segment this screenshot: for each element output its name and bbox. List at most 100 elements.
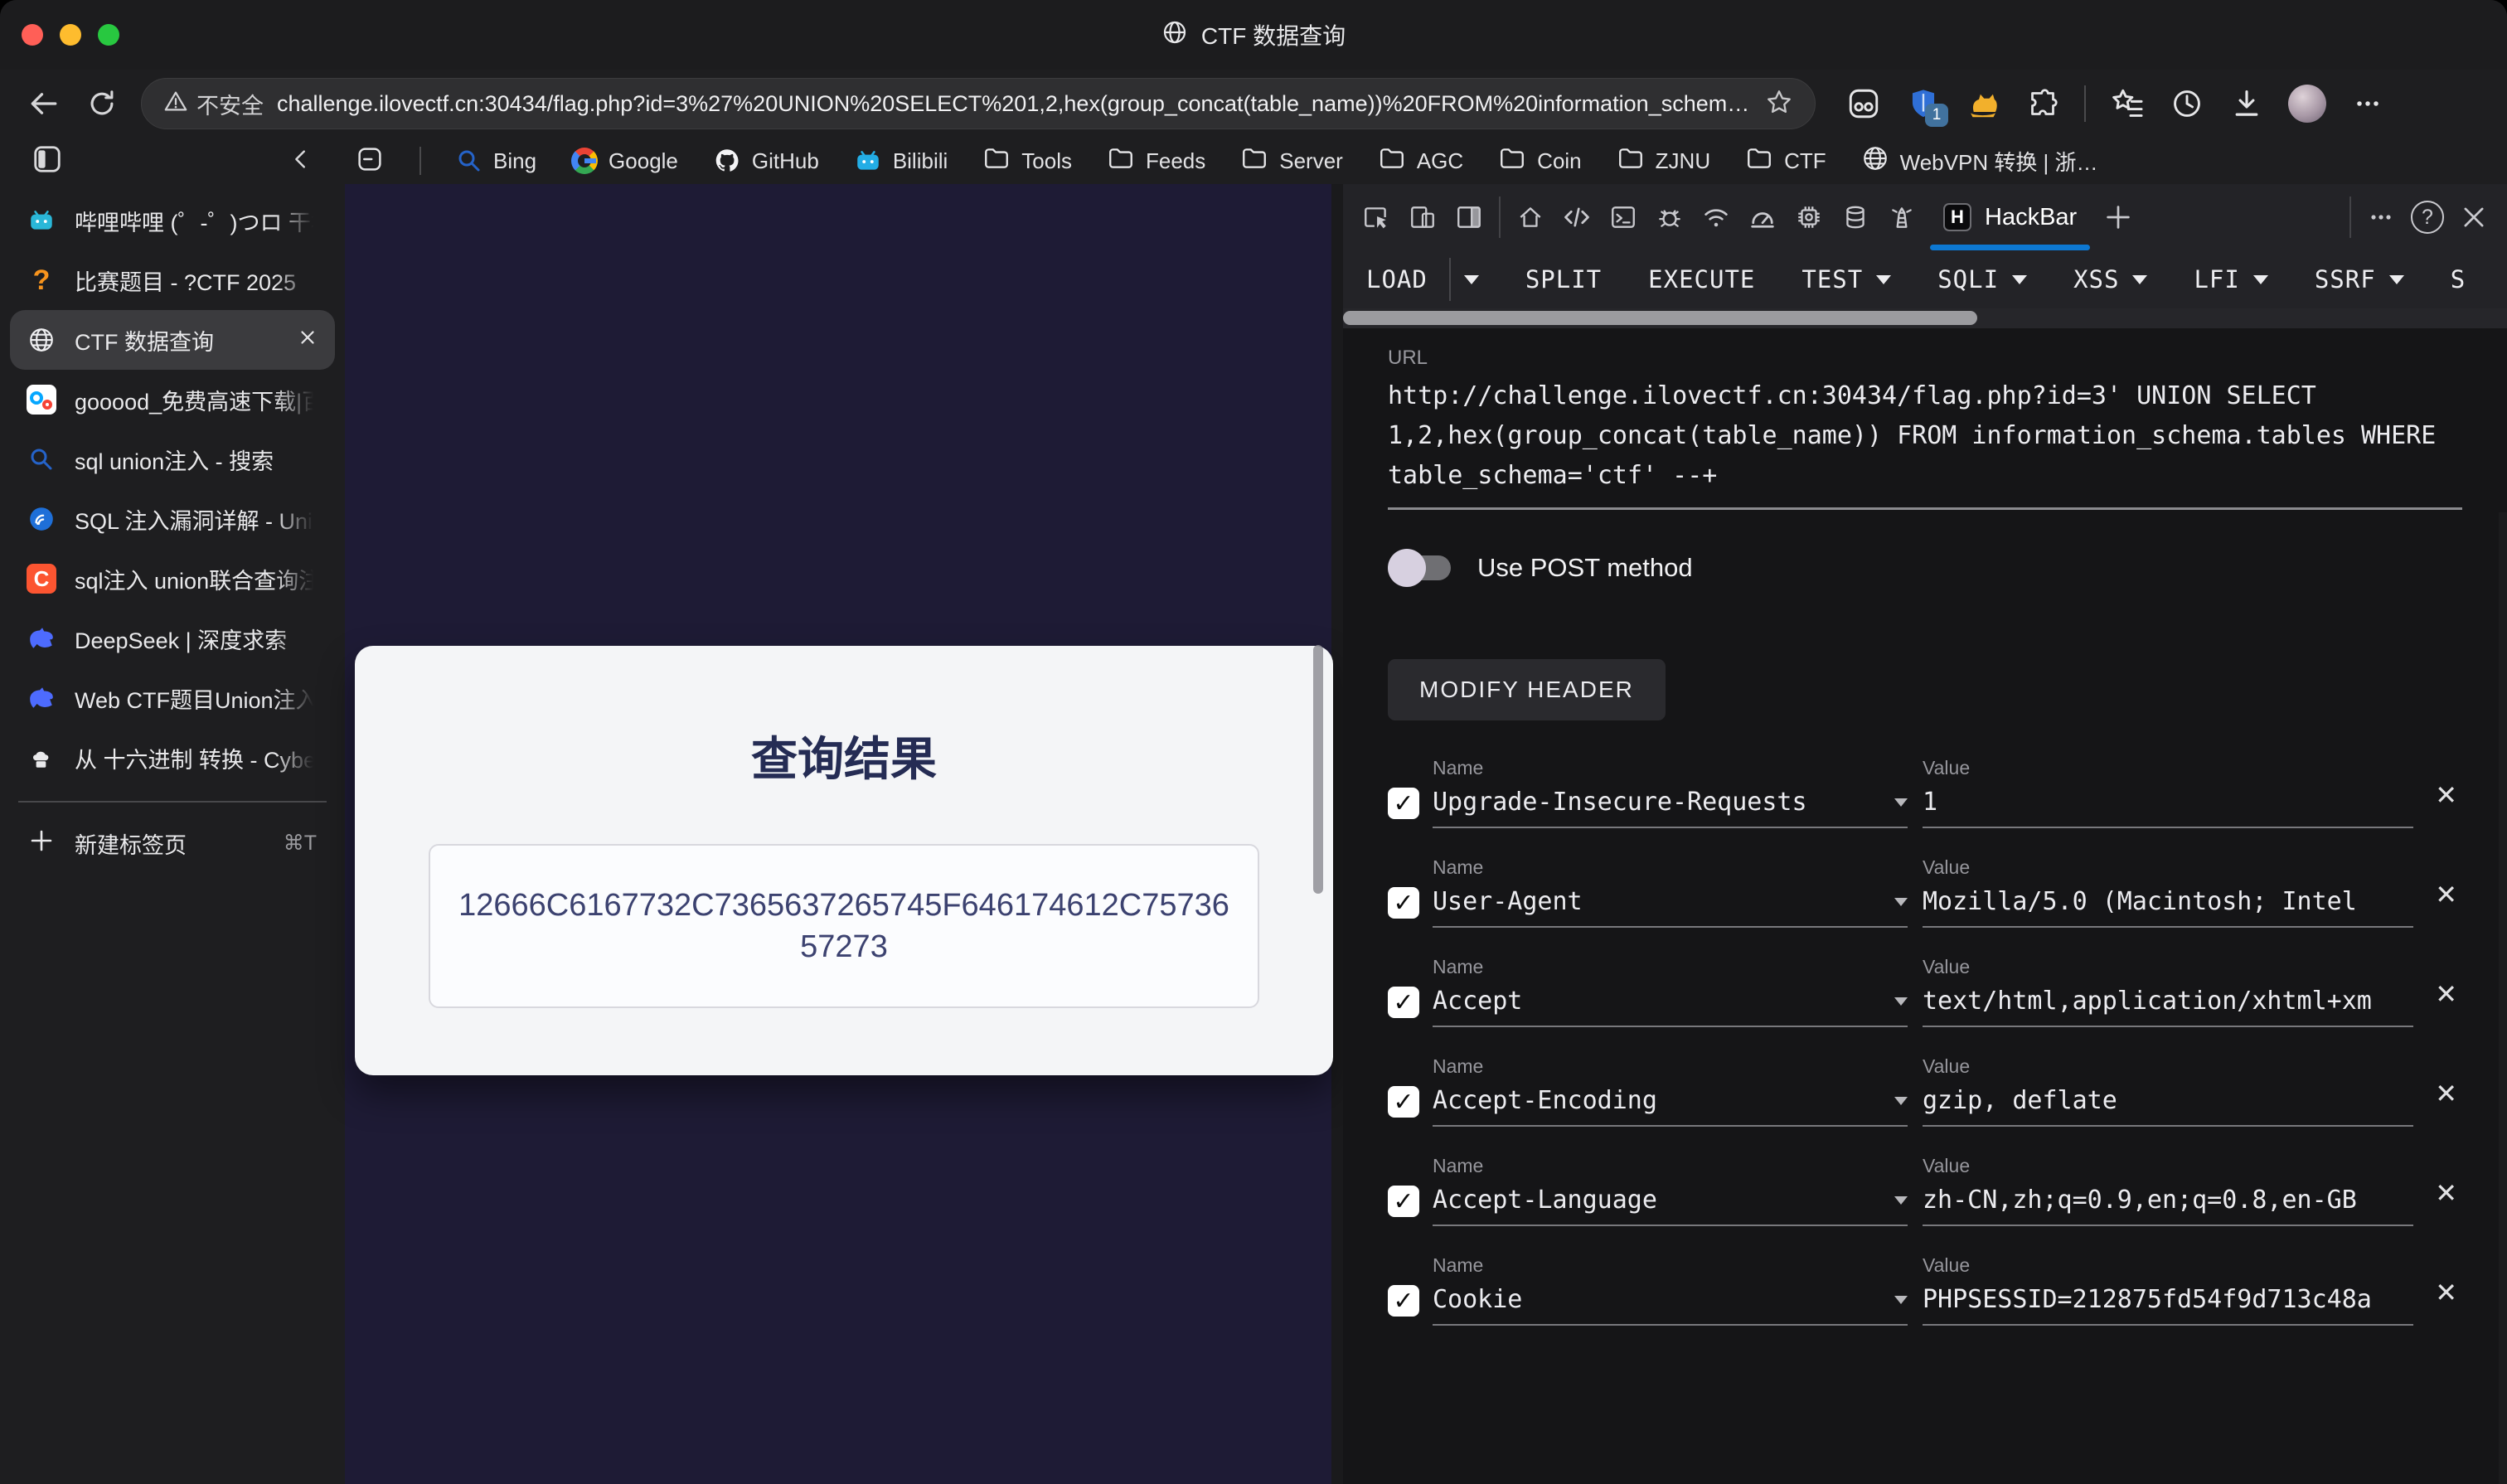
xss-menu-button[interactable]: XSS	[2073, 265, 2148, 293]
delete-header-icon[interactable]: ✕	[2435, 879, 2457, 910]
tab-deepseek[interactable]: DeepSeek | 深度求索	[10, 609, 335, 668]
hackbar-horizontal-scrollbar[interactable]	[1343, 308, 2507, 328]
delete-header-icon[interactable]: ✕	[2435, 779, 2457, 811]
tab-bilibili[interactable]: 哔哩哔哩 (゜-゜)つロ 干杯~	[10, 191, 335, 250]
tab-sql-injection-article[interactable]: SQL 注入漏洞详解 - Union	[10, 489, 335, 549]
zoom-window-button[interactable]	[98, 24, 119, 46]
devtools-vertical-scrollbar[interactable]	[2499, 512, 2507, 1484]
more-menu-icon[interactable]	[2349, 85, 2386, 122]
tab-hackbar[interactable]: H HackBar	[1925, 184, 2095, 250]
favorite-star-icon[interactable]	[1765, 88, 1793, 120]
header-checkbox[interactable]: ✓	[1388, 1285, 1419, 1317]
delete-header-icon[interactable]: ✕	[2435, 1177, 2457, 1209]
url-text[interactable]: challenge.ilovectf.cn:30434/flag.php?id=…	[277, 91, 1752, 117]
toggle-knob[interactable]	[1388, 549, 1426, 587]
url-textarea[interactable]: http://challenge.ilovectf.cn:30434/flag.…	[1388, 376, 2462, 496]
devtools-debugger-tab-icon[interactable]	[1646, 191, 1693, 244]
tab-sql-union-search[interactable]: sql union注入 - 搜索	[10, 429, 335, 489]
header-name-select[interactable]: Cookie	[1433, 1285, 1908, 1326]
responsive-design-icon[interactable]	[1399, 191, 1446, 244]
test-menu-button[interactable]: TEST	[1801, 265, 1892, 293]
tab-ctf-2025[interactable]: ? 比赛题目 - ?CTF 2025	[10, 250, 335, 310]
header-name-select[interactable]: Upgrade-Insecure-Requests	[1433, 788, 1908, 828]
bookmark-bilibili[interactable]: Bilibili	[854, 147, 948, 175]
tab-deepseek-ctf[interactable]: Web CTF题目Union注入下	[10, 668, 335, 728]
password-shield-extension-icon[interactable]: 1	[1905, 85, 1948, 127]
delete-header-icon[interactable]: ✕	[2435, 978, 2457, 1010]
split-console-icon[interactable]	[1446, 191, 1492, 244]
bookmark-folder-zjnu[interactable]: ZJNU	[1617, 144, 1710, 178]
page-scrollbar[interactable]	[1313, 645, 1323, 894]
history-icon[interactable]	[2169, 85, 2205, 122]
header-checkbox[interactable]: ✓	[1388, 788, 1419, 819]
devtools-help-icon[interactable]: ?	[2404, 191, 2451, 244]
header-value-input[interactable]: Mozilla/5.0 (Macintosh; Intel	[1923, 887, 2414, 928]
header-name-select[interactable]: Accept-Encoding	[1433, 1086, 1908, 1127]
header-value-input[interactable]: gzip, deflate	[1923, 1086, 2414, 1127]
refresh-button[interactable]	[76, 78, 128, 129]
header-checkbox[interactable]: ✓	[1388, 987, 1419, 1018]
vertical-tabs-panel-icon[interactable]	[32, 143, 63, 179]
devtools-storage-tab-icon[interactable]	[1832, 191, 1879, 244]
devtools-console-tab-icon[interactable]	[1600, 191, 1646, 244]
post-method-toggle[interactable]	[1388, 549, 1451, 587]
address-bar[interactable]: 不安全 challenge.ilovectf.cn:30434/flag.php…	[141, 78, 1816, 129]
devtools-memory-tab-icon[interactable]	[1786, 191, 1832, 244]
bookmark-folder-tools[interactable]: Tools	[982, 144, 1072, 178]
delete-header-icon[interactable]: ✕	[2435, 1078, 2457, 1109]
load-button[interactable]: LOAD	[1366, 258, 1479, 301]
header-name-select[interactable]: Accept-Language	[1433, 1186, 1908, 1226]
bookmark-folder-server[interactable]: Server	[1240, 144, 1343, 178]
devtools-network-tab-icon[interactable]	[1693, 191, 1739, 244]
sqli-menu-button[interactable]: SQLI	[1937, 265, 2028, 293]
bookmark-folder-feeds[interactable]: Feeds	[1107, 144, 1205, 178]
pick-element-icon[interactable]	[1353, 191, 1399, 244]
chevron-down-icon[interactable]	[1463, 274, 1479, 284]
header-value-input[interactable]: zh-CN,zh;q=0.9,en;q=0.8,en-GB	[1923, 1186, 2414, 1226]
proxy-extension-icon[interactable]	[1845, 85, 1882, 122]
delete-header-icon[interactable]: ✕	[2435, 1277, 2457, 1308]
tab-ctf-query-active[interactable]: CTF 数据查询	[10, 310, 335, 370]
modify-header-button[interactable]: MODIFY HEADER	[1388, 659, 1666, 720]
bookmark-bing[interactable]: Bing	[456, 148, 536, 174]
devtools-home-tab-icon[interactable]	[1507, 191, 1554, 244]
header-checkbox[interactable]: ✓	[1388, 1186, 1419, 1217]
lfi-menu-button[interactable]: LFI	[2194, 265, 2268, 293]
devtools-inspector-tab-icon[interactable]	[1554, 191, 1600, 244]
security-warning[interactable]: 不安全	[163, 88, 264, 120]
header-name-select[interactable]: User-Agent	[1433, 887, 1908, 928]
devtools-menu-icon[interactable]	[2358, 191, 2404, 244]
minimize-window-button[interactable]	[60, 24, 81, 46]
downloads-icon[interactable]	[2228, 85, 2265, 122]
extensions-puzzle-icon[interactable]	[2025, 85, 2061, 122]
bookmark-github[interactable]: GitHub	[713, 147, 819, 175]
split-button[interactable]: SPLIT	[1525, 265, 1602, 293]
bookmark-google[interactable]: Google	[571, 148, 678, 174]
clipped-overflow-button[interactable]: S	[2451, 265, 2466, 293]
collapse-sidebar-icon[interactable]	[289, 147, 313, 176]
header-value-input[interactable]: text/html,application/xhtml+xm	[1923, 987, 2414, 1027]
devtools-accessibility-tab-icon[interactable]	[1879, 191, 1925, 244]
cat-extension-icon[interactable]	[1965, 85, 2001, 122]
add-tab-icon[interactable]	[2095, 191, 2141, 244]
header-value-input[interactable]: PHPSESSID=212875fd54f9d713c48a	[1923, 1285, 2414, 1326]
header-checkbox[interactable]: ✓	[1388, 887, 1419, 919]
back-button[interactable]	[18, 78, 70, 129]
profile-avatar[interactable]	[2288, 85, 2326, 123]
devtools-close-icon[interactable]	[2451, 191, 2497, 244]
header-value-input[interactable]: 1	[1923, 788, 2414, 828]
reading-list-icon[interactable]	[355, 144, 385, 178]
bookmark-folder-agc[interactable]: AGC	[1378, 144, 1463, 178]
execute-button[interactable]: EXECUTE	[1648, 265, 1755, 293]
devtools-performance-tab-icon[interactable]	[1739, 191, 1786, 244]
close-window-button[interactable]	[22, 24, 43, 46]
new-tab-button[interactable]: 新建标签页 ⌘T	[10, 816, 335, 871]
tab-baidu-download[interactable]: gooood_免费高速下载|百度	[10, 370, 335, 429]
favorites-icon[interactable]	[2109, 85, 2146, 122]
header-checkbox[interactable]: ✓	[1388, 1086, 1419, 1118]
bookmark-folder-coin[interactable]: Coin	[1498, 144, 1582, 178]
tab-csdn-article[interactable]: C sql注入 union联合查询注入	[10, 549, 335, 609]
close-tab-icon[interactable]	[297, 327, 318, 354]
tab-cyberchef[interactable]: 从 十六进制 转换 - CyberC	[10, 728, 335, 788]
scrollbar-thumb[interactable]	[1343, 311, 1978, 325]
